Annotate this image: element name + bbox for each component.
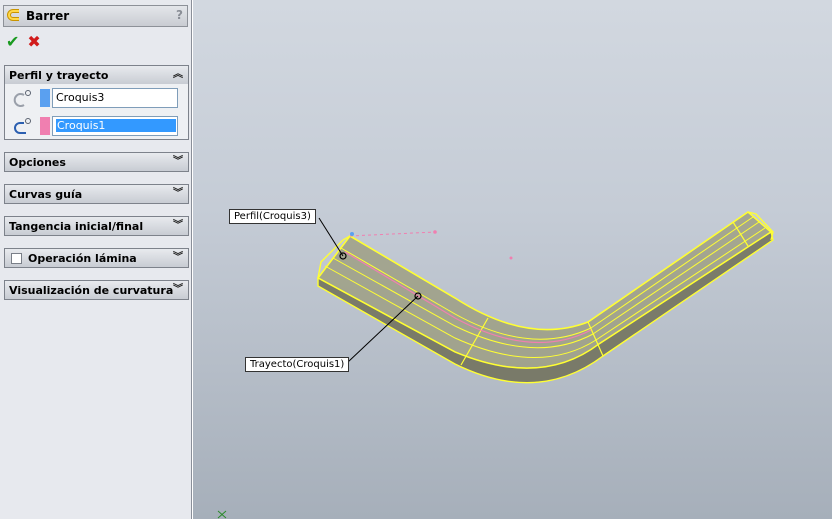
group-options-header[interactable]: Opciones ︾ (4, 152, 189, 172)
sweep-preview-body (316, 210, 774, 384)
profile-leader-line (318, 217, 344, 257)
graphics-viewport[interactable]: Perfil(Croquis3) Trayecto(Croquis1) (193, 0, 832, 519)
path-color-swatch (40, 117, 50, 135)
chevron-down-icon[interactable]: ︾ (173, 187, 183, 201)
cancel-button[interactable]: ✖ (27, 34, 40, 52)
chevron-down-icon[interactable]: ︾ (173, 283, 183, 297)
chevron-up-icon[interactable]: ︽ (173, 68, 183, 82)
group-curvature-header[interactable]: Visualización de curvatura ︾ (4, 280, 189, 300)
profile-callout[interactable]: Perfil(Croquis3) (229, 209, 316, 224)
group-profile-path-label: Perfil y trayecto (9, 68, 109, 82)
group-guide-curves-header[interactable]: Curvas guía ︾ (4, 184, 189, 204)
group-guide-curves-label: Curvas guía (9, 187, 83, 201)
chevron-down-icon[interactable]: ︾ (173, 251, 183, 265)
group-tangency-header[interactable]: Tangencia inicial/final ︾ (4, 216, 189, 236)
feature-title-bar: Barrer ? (3, 5, 188, 27)
group-tangency-label: Tangencia inicial/final (9, 219, 144, 233)
chevron-down-icon[interactable]: ︾ (173, 219, 183, 233)
model-preview (316, 210, 774, 384)
feature-title: Barrer (26, 9, 70, 23)
profile-color-swatch (40, 89, 50, 107)
path-row: Croquis1 (5, 114, 188, 136)
triad-icon (217, 510, 227, 519)
profile-value: Croquis3 (56, 91, 105, 104)
group-profile-path-body: Croquis3 Croquis1 (4, 84, 189, 140)
path-callout[interactable]: Trayecto(Croquis1) (245, 357, 350, 372)
path-input[interactable]: Croquis1 (52, 116, 178, 136)
ok-cancel-bar: ✔ ✖ (6, 34, 41, 52)
property-manager: Barrer ? ✔ ✖ Perfil y trayecto ︽ Croquis… (0, 0, 192, 519)
profile-row: Croquis3 (5, 86, 188, 108)
path-value: Croquis1 (56, 119, 176, 132)
profile-input[interactable]: Croquis3 (52, 88, 178, 108)
path-selection-icon (14, 118, 31, 134)
profile-selection-icon (13, 90, 31, 107)
group-options-label: Opciones (9, 155, 66, 169)
group-thin-feature-label: Operación lámina (28, 251, 137, 265)
group-profile-path-header[interactable]: Perfil y trayecto ︽ (4, 65, 189, 85)
ok-button[interactable]: ✔ (6, 34, 19, 52)
chevron-down-icon[interactable]: ︾ (173, 155, 183, 169)
sweep-icon (7, 9, 19, 21)
help-icon[interactable]: ? (176, 8, 183, 22)
group-thin-feature-header[interactable]: Operación lámina ︾ (4, 248, 189, 268)
thin-feature-checkbox[interactable] (11, 252, 22, 264)
group-curvature-label: Visualización de curvatura (9, 283, 174, 297)
